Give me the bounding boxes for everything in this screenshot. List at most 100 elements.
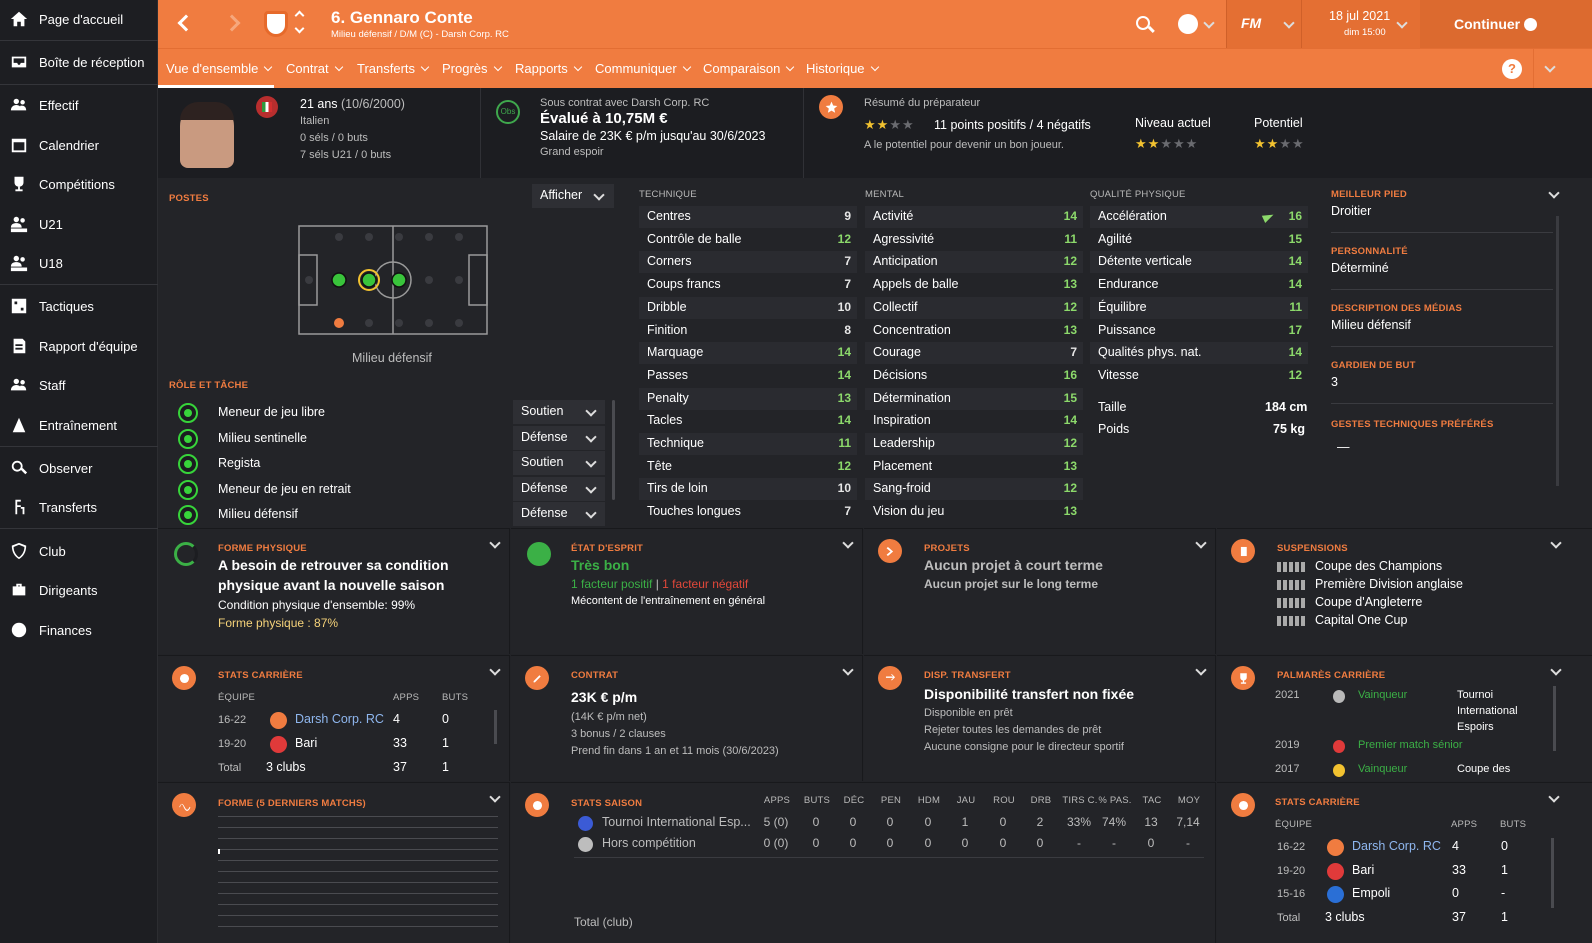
nav-club[interactable]: Club bbox=[0, 533, 158, 569]
position-name: Milieu défensif bbox=[352, 351, 432, 365]
suspensions-label[interactable]: SUSPENSIONS bbox=[1277, 543, 1348, 554]
chevron-down-icon[interactable] bbox=[1548, 791, 1560, 803]
chevron-down-icon[interactable] bbox=[1195, 537, 1207, 549]
career-stats-label[interactable]: STATS CARRIÈRE bbox=[1275, 797, 1360, 808]
career-scrollbar[interactable] bbox=[1551, 838, 1554, 908]
nav-tactics[interactable]: Tactiques bbox=[0, 288, 158, 324]
attribute-value: 16 bbox=[1063, 367, 1077, 382]
chevron-down-icon[interactable] bbox=[489, 664, 501, 676]
chevron-down-icon[interactable] bbox=[1195, 664, 1207, 676]
form-grid-line bbox=[218, 904, 498, 905]
attribute-name: Sang-froid bbox=[873, 481, 931, 496]
contract-net: (14K € p/m net) bbox=[571, 711, 647, 723]
nav-competitions[interactable]: Compétitions bbox=[0, 166, 158, 202]
info-scrollbar[interactable] bbox=[1556, 216, 1559, 486]
nav-staff[interactable]: Staff bbox=[0, 367, 158, 403]
honours-scrollbar[interactable] bbox=[1553, 686, 1556, 751]
star-empty-icon: ★ bbox=[1291, 136, 1304, 151]
tab-history[interactable]: Historique bbox=[806, 61, 878, 76]
chevron-down-icon[interactable] bbox=[294, 23, 305, 34]
positions-label[interactable]: POSTES bbox=[169, 193, 209, 204]
chevron-down-icon[interactable] bbox=[842, 537, 854, 549]
plans-arrow-icon bbox=[878, 539, 902, 563]
chevron-down-icon[interactable] bbox=[1203, 17, 1215, 29]
nav-u21[interactable]: U21 bbox=[0, 206, 158, 242]
game-date[interactable]: 18 jul 2021 bbox=[1329, 9, 1390, 23]
chevron-down-icon[interactable] bbox=[1548, 187, 1560, 199]
honours-panel: PALMARÈS CARRIÈRE 2021 Vainqueur Tournoi In… bbox=[1217, 655, 1592, 781]
nav-home[interactable]: Page d'accueil bbox=[0, 1, 158, 37]
suspension-bars bbox=[1277, 580, 1305, 590]
tab-progress[interactable]: Progrès bbox=[442, 61, 501, 76]
tab-contract[interactable]: Contrat bbox=[286, 61, 342, 76]
nav-scouting[interactable]: Observer bbox=[0, 450, 158, 486]
nav-calendar[interactable]: Calendrier bbox=[0, 127, 158, 163]
attribute-name: Tacles bbox=[647, 413, 683, 428]
career-club[interactable]: Darsh Corp. RC bbox=[1352, 839, 1441, 853]
fm-logo[interactable]: FM bbox=[1241, 15, 1261, 31]
fitness-label[interactable]: FORME PHYSIQUE bbox=[218, 543, 307, 554]
form-grid-line bbox=[218, 926, 498, 927]
tab-interact[interactable]: Communiquer bbox=[595, 61, 690, 76]
honours-label[interactable]: PALMARÈS CARRIÈRE bbox=[1277, 670, 1385, 681]
chevron-down-icon[interactable] bbox=[1550, 664, 1562, 676]
search-icon-handle bbox=[1148, 25, 1155, 33]
back-arrow-icon[interactable] bbox=[177, 14, 195, 32]
season-header: DÉC bbox=[843, 795, 865, 806]
form-label[interactable]: FORME (5 DERNIERS MATCHS) bbox=[218, 798, 366, 809]
plans-label[interactable]: PROJETS bbox=[924, 543, 970, 554]
player-value: Évalué à 10,75M € bbox=[540, 110, 668, 127]
nav-inbox[interactable]: Boîte de réception bbox=[0, 44, 158, 80]
career-apps: 33 bbox=[1452, 862, 1466, 877]
chevron-down-icon[interactable] bbox=[1550, 537, 1562, 549]
player-wage: Salaire de 23K € p/m jusqu'au 30/6/2023 bbox=[540, 129, 766, 143]
tab-reports[interactable]: Rapports bbox=[515, 61, 581, 76]
role-icon bbox=[178, 479, 198, 500]
nav-team-report[interactable]: Rapport d'équipe bbox=[0, 328, 158, 364]
attribute-name: Penalty bbox=[647, 390, 689, 405]
contract-with: Sous contrat avec Darsh Corp. RC bbox=[540, 97, 710, 109]
star-filled-icon: ★ bbox=[864, 117, 876, 132]
chevron-down-icon[interactable] bbox=[1544, 61, 1556, 73]
suspension-competition: Capital One Cup bbox=[1315, 613, 1408, 627]
attribute-name: Touches longues bbox=[647, 504, 741, 519]
divider bbox=[1331, 346, 1553, 347]
globe-icon[interactable] bbox=[1178, 14, 1198, 34]
morale-label[interactable]: ÉTAT D'ESPRIT bbox=[571, 543, 643, 554]
nav-label: Finances bbox=[39, 622, 92, 638]
help-icon[interactable]: ? bbox=[1502, 59, 1522, 79]
chevron-down-icon[interactable] bbox=[842, 664, 854, 676]
tab-comparison[interactable]: Comparaison bbox=[703, 61, 793, 76]
career-scrollbar[interactable] bbox=[494, 710, 497, 744]
contract-label[interactable]: CONTRAT bbox=[571, 670, 618, 681]
nav-board[interactable]: Dirigeants bbox=[0, 572, 158, 608]
career-stats-label[interactable]: STATS CARRIÈRE bbox=[218, 670, 303, 681]
roles-scrollbar[interactable] bbox=[612, 400, 615, 500]
forward-arrow-icon[interactable] bbox=[223, 14, 241, 32]
tab-overview[interactable]: Vue d'ensemble bbox=[166, 61, 271, 76]
chevron-down-icon[interactable] bbox=[489, 791, 501, 803]
tab-transfers[interactable]: Transferts bbox=[357, 61, 428, 76]
attribute-name: Coups francs bbox=[647, 277, 721, 292]
chevron-up-icon[interactable] bbox=[294, 10, 305, 21]
nav-squad[interactable]: Effectif bbox=[0, 87, 158, 123]
nav-label: Page d'accueil bbox=[39, 11, 124, 27]
club-badge-icon bbox=[1327, 839, 1344, 856]
nav-training[interactable]: Entraînement bbox=[0, 407, 158, 443]
career-apps: 0 bbox=[1452, 886, 1459, 900]
season-total: Total (club) bbox=[574, 915, 633, 929]
attribute-name: Vitesse bbox=[1098, 367, 1139, 382]
nav-u18[interactable]: U18 bbox=[0, 245, 158, 281]
attribute-value: 16 bbox=[1288, 209, 1302, 223]
form-grid-line bbox=[218, 838, 498, 839]
nav-transfers[interactable]: Transferts bbox=[0, 489, 158, 525]
suspensions-panel: SUSPENSIONS Coupe des Champions Première … bbox=[1217, 528, 1592, 654]
season-stats-label[interactable]: STATS SAISON bbox=[571, 798, 642, 809]
nav-finances[interactable]: Finances bbox=[0, 612, 158, 648]
attribute-row: Technique 11 bbox=[639, 433, 857, 455]
career-club[interactable]: Darsh Corp. RC bbox=[295, 712, 384, 726]
transfer-status-label[interactable]: DISP. TRANSFERT bbox=[924, 670, 1011, 681]
contract-wage: 23K € p/m bbox=[571, 689, 638, 705]
chevron-down-icon[interactable] bbox=[489, 537, 501, 549]
duty-label: Soutien bbox=[521, 404, 564, 418]
